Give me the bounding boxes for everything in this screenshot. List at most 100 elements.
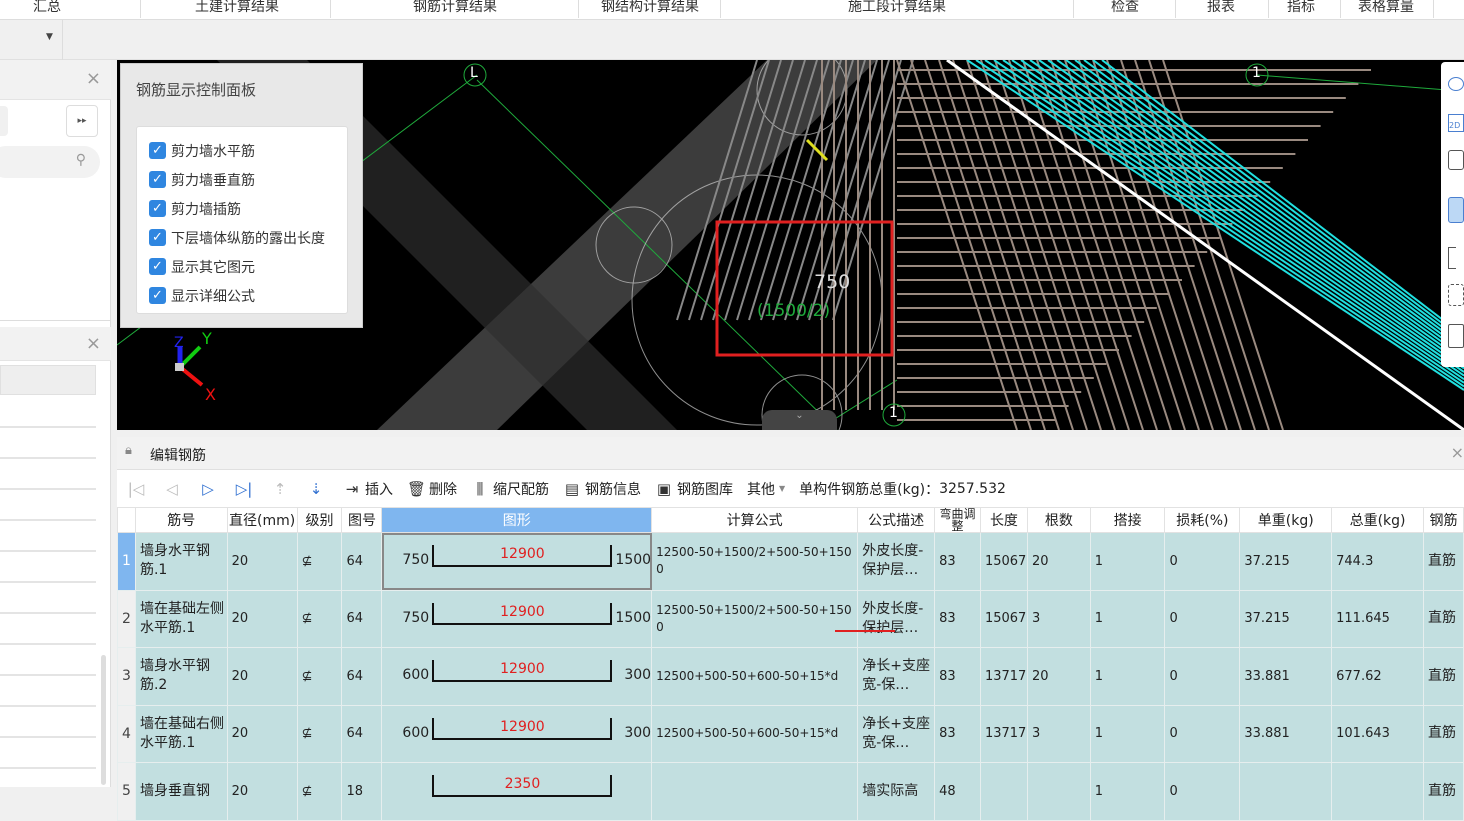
shape-cell[interactable]: 750 12900 1500 xyxy=(381,589,653,648)
length[interactable]: 13717 xyxy=(979,704,1028,763)
formula-desc[interactable]: 外皮长度-保护层… xyxy=(857,532,936,591)
table-row[interactable]: 4 墙在基础右侧水平筋.1 20 ⊈ 64 600 12900 300 12500+500… xyxy=(117,704,1464,763)
lap[interactable]: 1 xyxy=(1089,704,1166,763)
cube-icon[interactable] xyxy=(1448,284,1464,306)
delete-button[interactable]: 🗑︎ 删除 xyxy=(407,479,457,499)
move-down-icon[interactable]: ⇣ xyxy=(307,480,325,498)
menu-index[interactable]: 指标 xyxy=(1287,0,1315,16)
total-weight[interactable]: 101.643 xyxy=(1331,704,1424,763)
bend-adjust[interactable]: 83 xyxy=(934,589,981,648)
select-frame-icon[interactable] xyxy=(1448,247,1456,269)
shape-cell[interactable]: 2350 xyxy=(381,762,653,821)
table-row[interactable]: 3 墙身水平钢筋.2 20 ⊈ 64 600 12900 300 12500+500-50… xyxy=(117,647,1464,706)
table-row[interactable]: 5 墙身垂直钢 20 ⊈ 18 2350 墙实际高 48 1 0 直筋 xyxy=(117,762,1464,821)
option-show-detailed-formula[interactable]: ✓ 显示详细公式 xyxy=(149,281,347,310)
menu-table-quantity[interactable]: 表格算量 xyxy=(1358,0,1414,16)
diameter[interactable]: 20 xyxy=(226,762,298,821)
loss[interactable]: 0 xyxy=(1164,532,1241,591)
total-weight[interactable]: 111.645 xyxy=(1331,589,1424,648)
formula-cell[interactable]: 12500-50+1500/2+500-50+1500 xyxy=(651,589,859,648)
count[interactable]: 20 xyxy=(1026,647,1091,706)
shape-cell[interactable]: 600 12900 300 xyxy=(381,647,653,706)
length[interactable]: 13717 xyxy=(979,647,1028,706)
dropdown-arrow-icon[interactable]: ▼ xyxy=(46,32,53,42)
prev-icon[interactable]: ◁ xyxy=(163,480,181,498)
option-show-other-elements[interactable]: ✓ 显示其它图元 xyxy=(149,252,347,281)
length[interactable] xyxy=(979,762,1028,821)
shape-cell[interactable]: 750 12900 1500 xyxy=(381,532,653,591)
insert-button[interactable]: ⇥ 插入 xyxy=(343,479,393,499)
menu-check[interactable]: 检查 xyxy=(1111,0,1139,16)
figure-no[interactable]: 18 xyxy=(341,762,383,821)
count[interactable] xyxy=(1026,762,1091,821)
scrollbar[interactable] xyxy=(101,655,106,785)
diameter[interactable]: 20 xyxy=(226,647,298,706)
search-input[interactable]: ⚲ xyxy=(0,146,100,178)
row-index[interactable]: 1 xyxy=(117,532,136,591)
menu-civil-results[interactable]: 土建计算结果 xyxy=(195,0,279,16)
rebar-type[interactable]: 直筋 xyxy=(1422,647,1464,706)
unit-weight[interactable]: 33.881 xyxy=(1239,647,1333,706)
rebar-name[interactable]: 墙身垂直钢 xyxy=(134,762,228,821)
unit-weight[interactable]: 33.881 xyxy=(1239,704,1333,763)
length[interactable]: 15067 xyxy=(979,589,1028,648)
total-weight[interactable] xyxy=(1331,762,1424,821)
rebar-library-button[interactable]: ▣ 钢筋图库 xyxy=(655,479,733,499)
rebar-type[interactable]: 直筋 xyxy=(1422,704,1464,763)
next-icon[interactable]: ▷ xyxy=(199,480,217,498)
bend-adjust[interactable]: 83 xyxy=(934,532,981,591)
lap[interactable]: 1 xyxy=(1089,647,1166,706)
menu-steel-results[interactable]: 钢结构计算结果 xyxy=(601,0,699,16)
grade[interactable]: ⊈ xyxy=(296,589,343,648)
loss[interactable]: 0 xyxy=(1164,647,1241,706)
formula-desc[interactable]: 净长+支座宽-保… xyxy=(857,704,936,763)
rebar-name[interactable]: 墙身水平钢筋.2 xyxy=(134,647,228,706)
menu-section-results[interactable]: 施工段计算结果 xyxy=(848,0,946,16)
rebar-name[interactable]: 墙在基础右侧水平筋.1 xyxy=(134,704,228,763)
formula-desc[interactable]: 外皮长度-保护层… xyxy=(857,589,936,648)
length[interactable]: 15067 xyxy=(979,532,1028,591)
rebar-type[interactable]: 直筋 xyxy=(1422,762,1464,821)
last-icon[interactable]: ▷| xyxy=(235,480,253,498)
table-row[interactable]: 1 墙身水平钢筋.1 20 ⊈ 64 750 12900 1500 12500-50+15… xyxy=(117,532,1464,632)
grade[interactable]: ⊈ xyxy=(296,704,343,763)
close-icon[interactable]: × xyxy=(86,333,101,354)
unit-weight[interactable]: 37.215 xyxy=(1239,532,1333,591)
figure-no[interactable]: 64 xyxy=(341,647,383,706)
unit-weight[interactable] xyxy=(1239,762,1333,821)
table-row[interactable]: 2 墙在基础左侧水平筋.1 20 ⊈ 64 750 12900 1500 12500-50… xyxy=(117,589,1464,648)
collapse-handle[interactable]: ⌄ xyxy=(762,410,837,430)
other-dropdown[interactable]: 其他 ▼ xyxy=(747,479,785,499)
menu-rebar-results[interactable]: 钢筋计算结果 xyxy=(413,0,497,16)
formula-desc[interactable]: 净长+支座宽-保… xyxy=(857,647,936,706)
figure-no[interactable]: 64 xyxy=(341,532,383,591)
diameter[interactable]: 20 xyxy=(226,532,298,591)
loss[interactable]: 0 xyxy=(1164,762,1241,821)
total-weight[interactable]: 677.62 xyxy=(1331,647,1424,706)
lap[interactable]: 1 xyxy=(1089,532,1166,591)
figure-no[interactable]: 64 xyxy=(341,704,383,763)
list-icon[interactable] xyxy=(1448,324,1464,348)
rebar-type[interactable]: 直筋 xyxy=(1422,532,1464,591)
row-index[interactable]: 4 xyxy=(117,704,136,763)
row-index[interactable]: 2 xyxy=(117,589,136,648)
close-icon[interactable]: × xyxy=(86,68,101,89)
menu-summary[interactable]: 汇总 xyxy=(33,0,61,16)
grade[interactable]: ⊈ xyxy=(296,532,343,591)
option-wall-dowel-rebar[interactable]: ✓ 剪力墙插筋 xyxy=(149,194,347,223)
orbit-icon[interactable] xyxy=(1448,77,1464,91)
bend-adjust[interactable]: 83 xyxy=(934,647,981,706)
bend-adjust[interactable]: 48 xyxy=(934,762,981,821)
rebar-type[interactable]: 直筋 xyxy=(1422,589,1464,648)
lap[interactable]: 1 xyxy=(1089,589,1166,648)
row-index[interactable]: 3 xyxy=(117,647,136,706)
rebar-name[interactable]: 墙身水平钢筋.1 xyxy=(134,532,228,591)
rebar-info-button[interactable]: ▤ 钢筋信息 xyxy=(563,479,641,499)
expand-button[interactable]: ▸▸ xyxy=(66,105,98,137)
lap[interactable]: 1 xyxy=(1089,762,1166,821)
unit-weight[interactable]: 37.215 xyxy=(1239,589,1333,648)
option-wall-vertical-rebar[interactable]: ✓ 剪力墙垂直筋 xyxy=(149,165,347,194)
count[interactable]: 20 xyxy=(1026,532,1091,591)
count[interactable]: 3 xyxy=(1026,704,1091,763)
scale-rebar-button[interactable]: ⫼ 缩尺配筋 xyxy=(471,479,549,499)
